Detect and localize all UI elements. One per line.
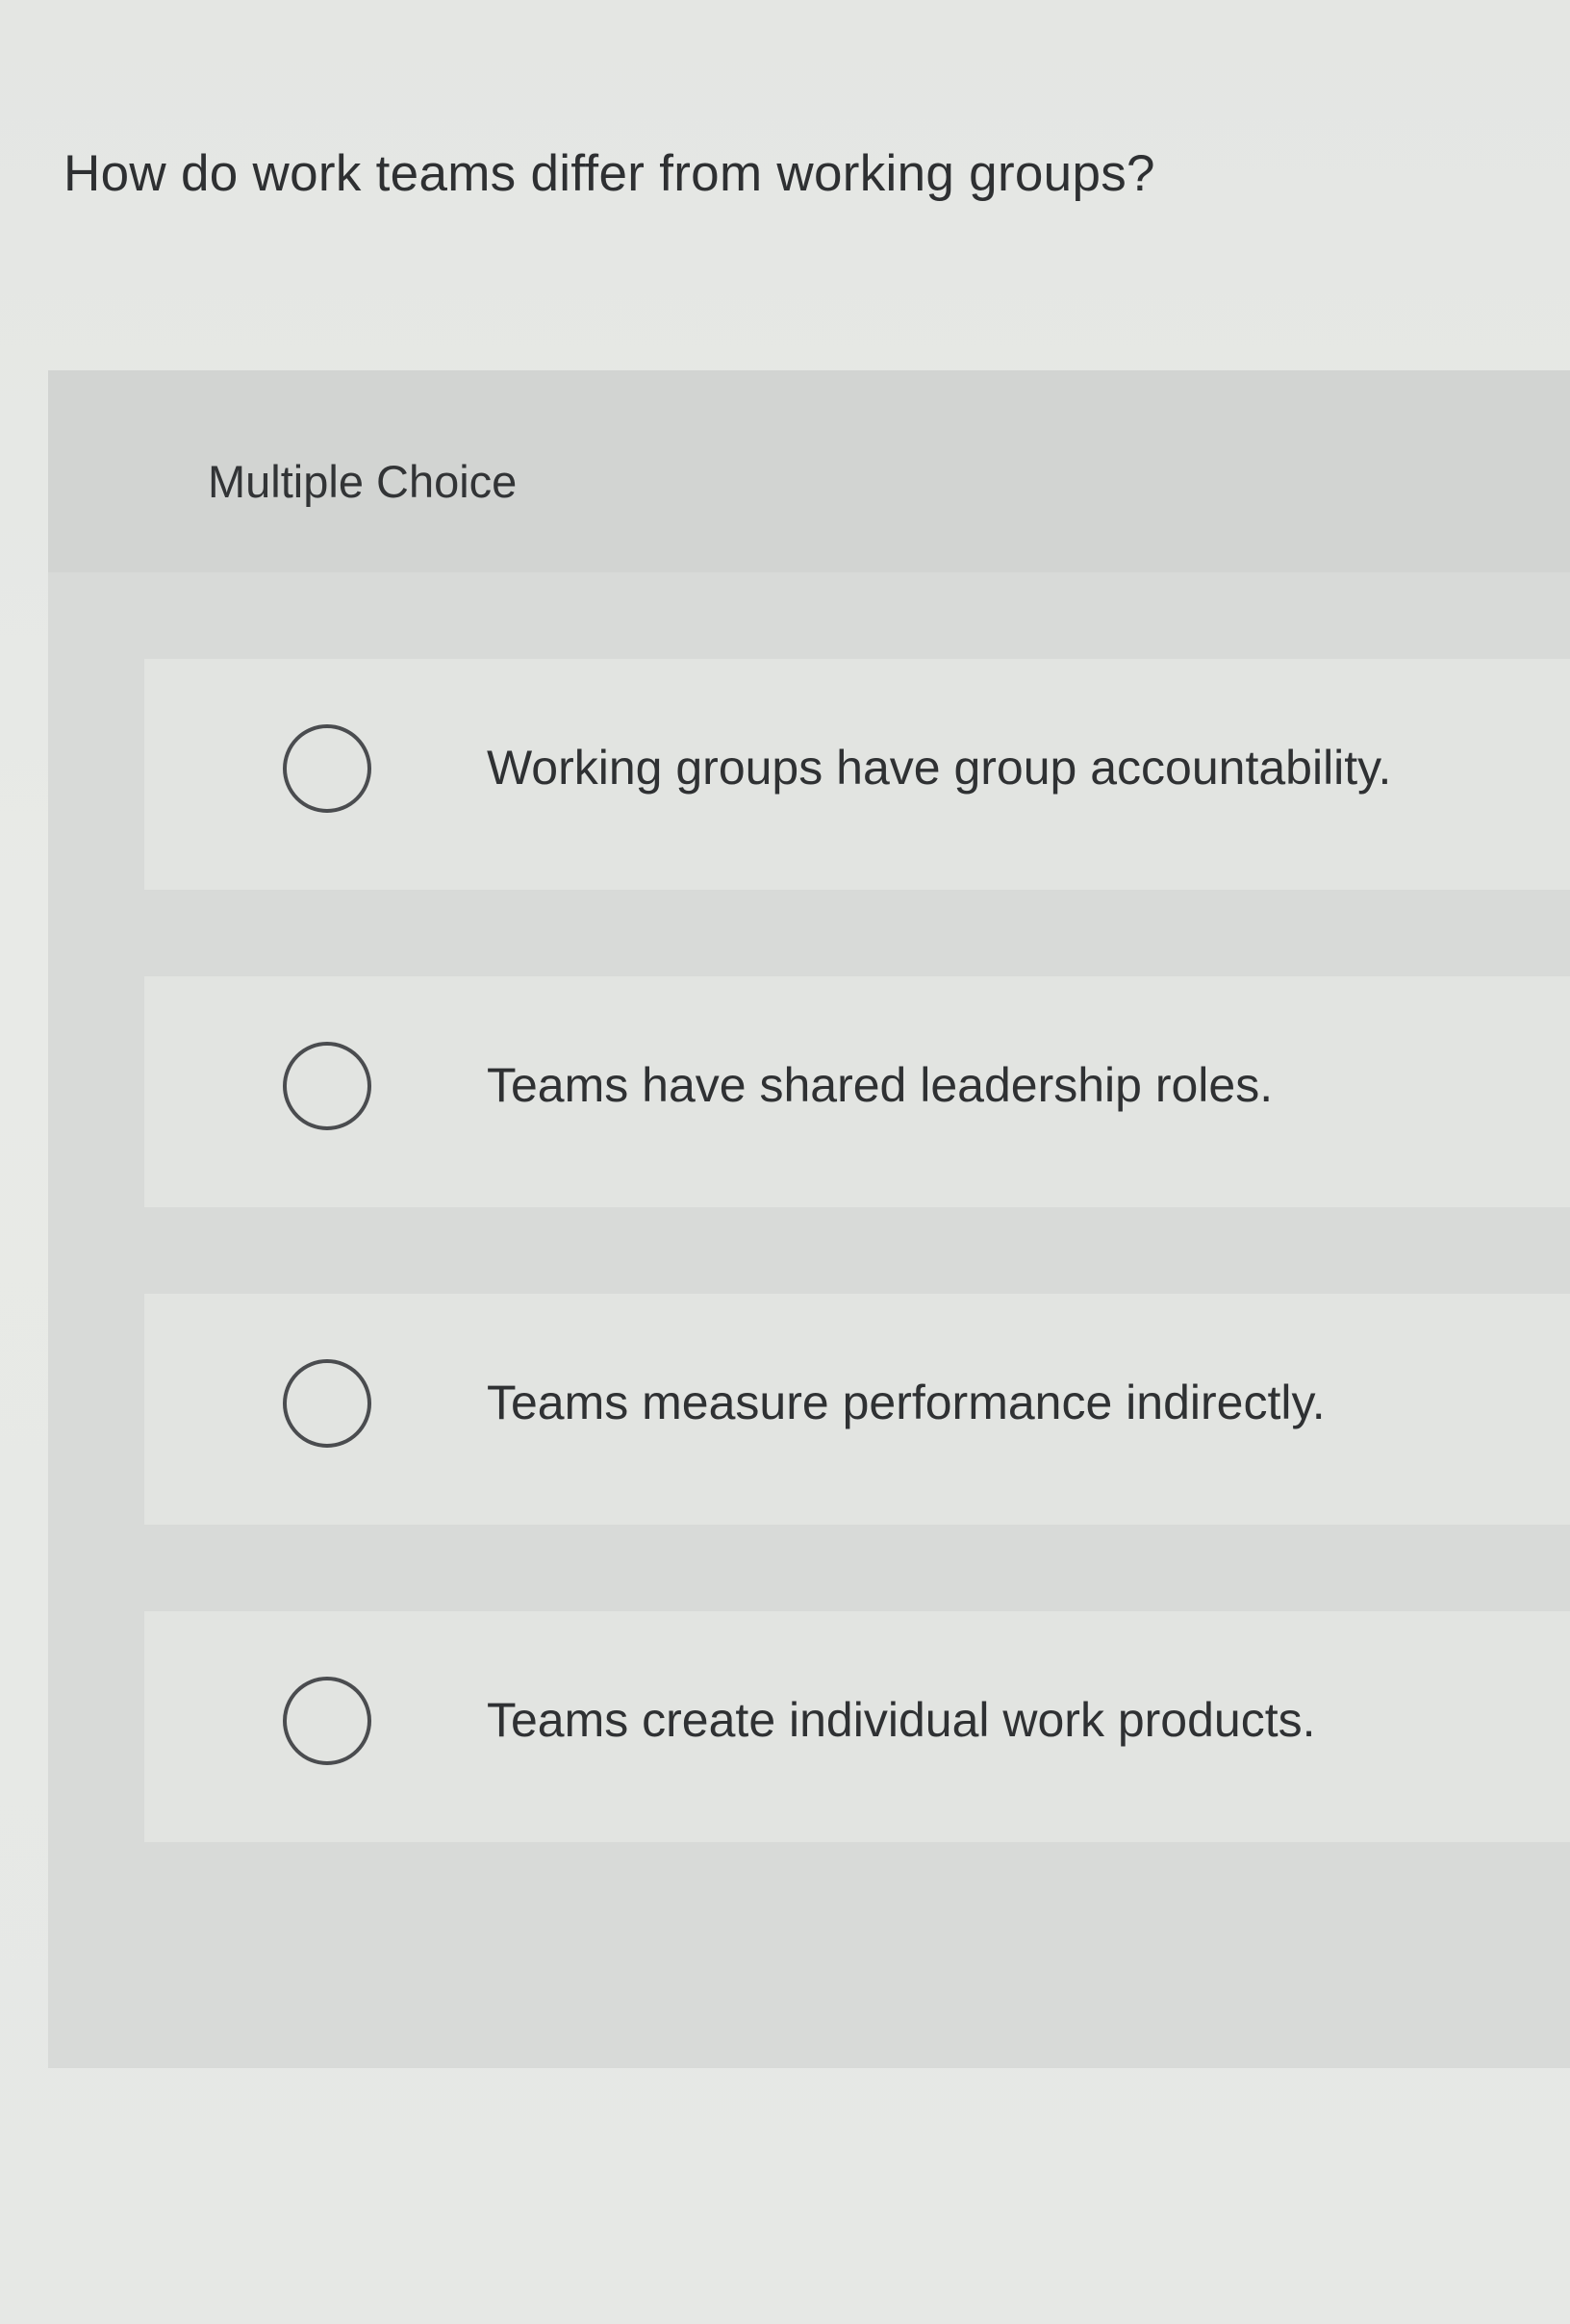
answer-choice-3[interactable]: Teams measure performance indirectly. <box>144 1294 1570 1525</box>
quiz-screen: How do work teams differ from working gr… <box>0 0 1570 2324</box>
answer-choice-label: Teams create individual work products. <box>487 1693 1316 1747</box>
radio-button-icon[interactable] <box>283 1359 371 1448</box>
multiple-choice-panel: Multiple Choice Working groups have grou… <box>48 370 1570 2068</box>
radio-button-icon[interactable] <box>283 1677 371 1765</box>
answer-choice-4[interactable]: Teams create individual work products. <box>144 1611 1570 1842</box>
question-type-label: Multiple Choice <box>208 456 518 507</box>
radio-button-icon[interactable] <box>283 724 371 813</box>
answer-choice-2[interactable]: Teams have shared leadership roles. <box>144 976 1570 1207</box>
answer-choices: Working groups have group accountability… <box>144 659 1570 1929</box>
answer-choice-label: Teams measure performance indirectly. <box>487 1376 1326 1429</box>
radio-button-icon[interactable] <box>283 1042 371 1130</box>
answer-choice-label: Working groups have group accountability… <box>487 741 1392 795</box>
answer-choice-1[interactable]: Working groups have group accountability… <box>144 659 1570 890</box>
answer-choice-label: Teams have shared leadership roles. <box>487 1058 1274 1112</box>
question-text: How do work teams differ from working gr… <box>63 145 1155 202</box>
question-type-header: Multiple Choice <box>48 370 1570 572</box>
